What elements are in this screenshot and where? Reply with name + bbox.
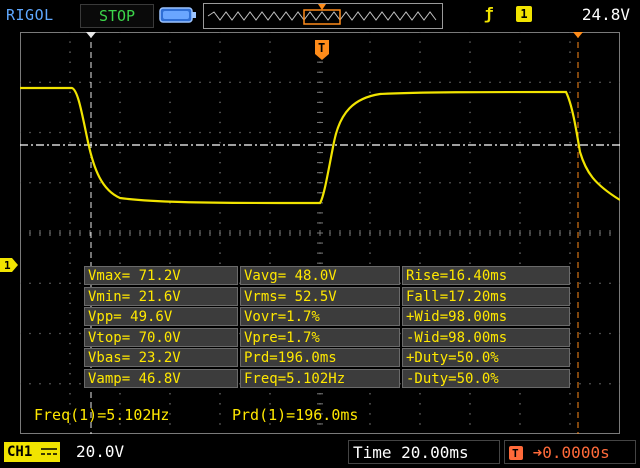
dc-coupling-icon xyxy=(41,448,57,455)
measurement-value: Prd=196.0ms xyxy=(240,348,400,367)
trigger-offset-value: 0.0000s xyxy=(542,443,610,462)
cursor-a-top-tick xyxy=(86,32,96,38)
trigger-position-marker: T xyxy=(315,40,329,60)
measurement-value: Freq=5.102Hz xyxy=(240,368,400,388)
channel-1-level-marker[interactable]: 1 xyxy=(0,257,18,272)
measurement-value: Vamp= 46.8V xyxy=(84,368,238,388)
measurement-value: -Duty=50.0% xyxy=(402,368,570,388)
trigger-offset-icon: T xyxy=(509,446,523,460)
measurement-value: Vrms= 52.5V xyxy=(240,286,400,306)
measurement-value: Vovr=1.7% xyxy=(240,307,400,326)
bottom-status-bar: CH1 20.0V Time 20.00ms T ➜0.0000s xyxy=(0,436,640,468)
trigger-level-value: 24.8V xyxy=(581,5,630,24)
trigger-offset-display[interactable]: T ➜0.0000s xyxy=(504,440,636,464)
measurement-value: Vtop= 70.0V xyxy=(84,327,238,347)
waveform-memory-timeline[interactable] xyxy=(203,3,443,29)
svg-text:T: T xyxy=(512,447,519,460)
measurement-value: Vavg= 48.0V xyxy=(240,266,400,285)
measurement-value: -Wid=98.00ms xyxy=(402,327,570,347)
measurement-value: Vmax= 71.2V xyxy=(84,266,238,285)
trigger-marker-label: T xyxy=(318,41,325,55)
channel-label: CH1 xyxy=(7,444,33,460)
frequency-counter: Freq(1)=5.102Hz xyxy=(34,406,170,424)
measurement-value: Vmin= 21.6V xyxy=(84,286,238,306)
measurement-value: Vpre=1.7% xyxy=(240,327,400,347)
measurement-value: +Duty=50.0% xyxy=(402,348,570,367)
memory-depth-icon xyxy=(158,4,198,26)
channel-1-button[interactable]: CH1 xyxy=(4,442,60,462)
measurement-value: +Wid=98.00ms xyxy=(402,307,570,326)
measurement-value: Fall=17.20ms xyxy=(402,286,570,306)
channel-1-scale[interactable]: 20.0V xyxy=(76,442,124,461)
top-status-bar: RIGOL STOP ƒ 1 24.8V xyxy=(0,0,640,32)
measurement-value: Vpp= 49.6V xyxy=(84,307,238,326)
trigger-status-panel[interactable]: ƒ 1 24.8V xyxy=(474,3,634,27)
rising-edge-icon: ƒ xyxy=(484,4,494,23)
timebase-display[interactable]: Time 20.00ms xyxy=(348,440,500,464)
measurement-value: Vbas= 23.2V xyxy=(84,348,238,367)
measurement-value: Rise=16.40ms xyxy=(402,266,570,285)
trigger-source-badge: 1 xyxy=(516,6,532,22)
run-stop-indicator[interactable]: STOP xyxy=(80,4,154,28)
brand-logo: RIGOL xyxy=(6,6,54,24)
period-counter: Prd(1)=196.0ms xyxy=(232,406,359,424)
channel-marker-label: 1 xyxy=(4,259,11,272)
cursor-b-top-tick xyxy=(573,32,583,38)
